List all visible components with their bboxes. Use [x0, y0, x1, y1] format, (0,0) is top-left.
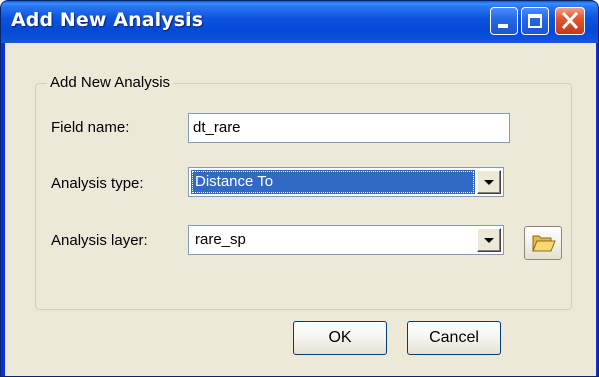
chevron-down-icon	[484, 238, 494, 243]
dialog-body: Add New Analysis Field name: dt_rare Ana…	[5, 43, 596, 376]
ok-button[interactable]: OK	[293, 321, 387, 355]
analysis-type-dropdown-button[interactable]	[477, 170, 501, 194]
analysis-layer-value: rare_sp	[195, 231, 246, 248]
maximize-icon	[528, 14, 542, 28]
close-button[interactable]	[555, 7, 585, 35]
maximize-button[interactable]	[521, 7, 549, 35]
analysis-type-value: Distance To	[191, 170, 475, 194]
analysis-layer-dropdown-button[interactable]	[477, 228, 501, 252]
cancel-button[interactable]: Cancel	[407, 321, 501, 355]
analysis-layer-label: Analysis layer:	[51, 232, 148, 249]
field-name-label: Field name:	[51, 119, 130, 136]
close-icon	[561, 11, 579, 30]
analysis-layer-select[interactable]: rare_sp	[188, 225, 504, 255]
window-title: Add New Analysis	[11, 9, 204, 31]
groupbox-legend: Add New Analysis	[47, 74, 174, 91]
minimize-button[interactable]	[490, 7, 518, 35]
minimize-icon	[498, 24, 508, 28]
field-name-input[interactable]: dt_rare	[188, 113, 510, 143]
folder-open-icon	[532, 235, 556, 252]
title-bar[interactable]: Add New Analysis	[1, 1, 598, 43]
browse-layer-button[interactable]	[524, 226, 562, 260]
dialog-window: Add New Analysis Add New Analysis Field …	[0, 0, 599, 377]
chevron-down-icon	[484, 180, 494, 185]
analysis-type-select[interactable]: Distance To	[188, 167, 504, 197]
analysis-type-label: Analysis type:	[51, 175, 144, 192]
